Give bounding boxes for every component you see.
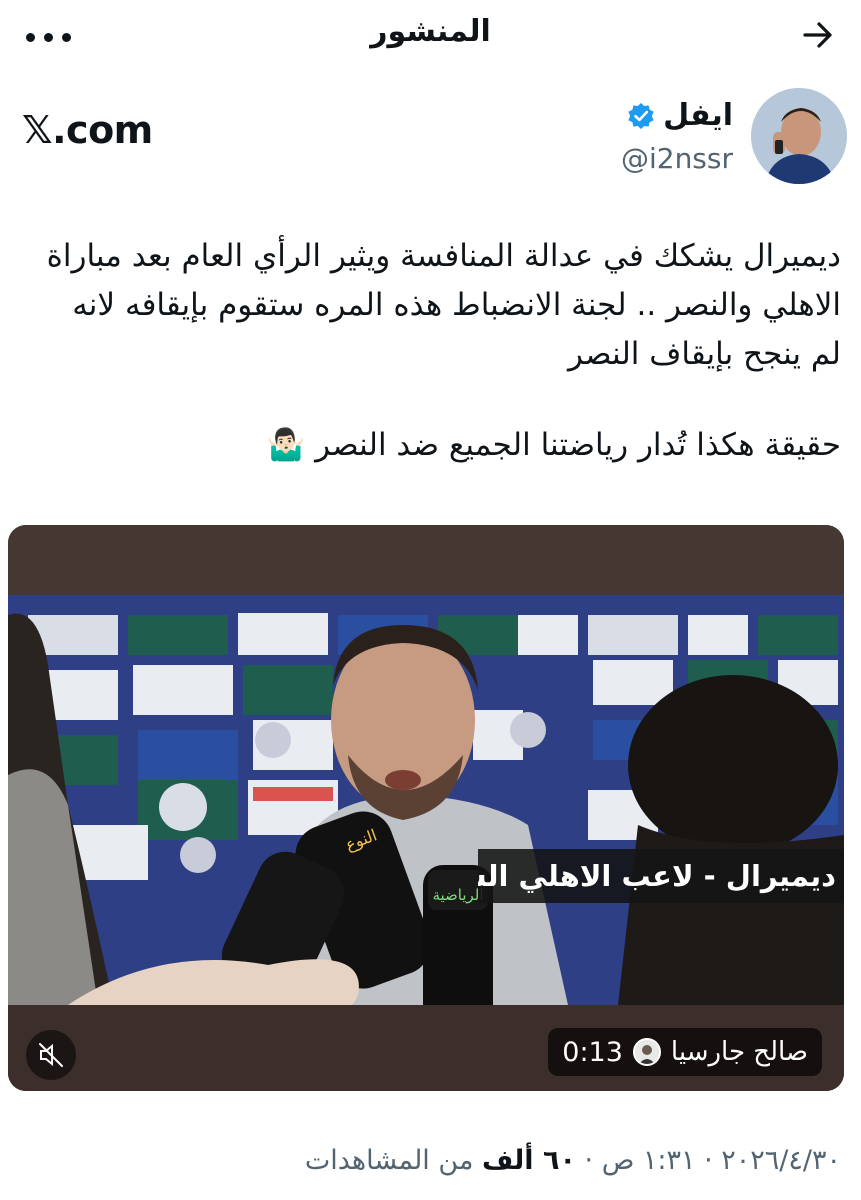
tweet-line: ديميرال يشكك في عدالة المنافسة ويثير الر… (46, 238, 841, 274)
author-handle[interactable]: @i2nssr (621, 142, 733, 175)
video-info-pill: صالح جارسيا 0:13 (548, 1028, 822, 1076)
post-meta: ٢٠٢٦/٤/٣٠ · ١:٣١ ص · ٦٠ ألف من المشاهدات (304, 1145, 841, 1176)
post-date[interactable]: ٢٠٢٦/٤/٣٠ (721, 1145, 841, 1176)
tweet-line: لم ينجح بإيقاف النصر (567, 336, 841, 372)
channel-name: صالح جارسيا (670, 1037, 808, 1067)
tweet-line: الاهلي والنصر .. لجنة الانضباط هذه المره… (72, 287, 841, 323)
video-duration: 0:13 (562, 1036, 623, 1068)
page-title: المنشور (370, 14, 491, 49)
video-frame: النوع الرياضية (8, 525, 844, 1091)
mic-label: الرياضية (432, 886, 483, 904)
speaker-muted-icon[interactable] (26, 1030, 76, 1080)
verified-badge-icon (628, 102, 654, 129)
video-player[interactable]: النوع الرياضية ديميرال - لاعب الاهلي الس… (8, 525, 844, 1091)
author-name[interactable]: ايفل (663, 98, 733, 133)
post-time[interactable]: ١:٣١ ص (602, 1145, 696, 1176)
channel-avatar (632, 1038, 661, 1066)
tweet-line: حقيقة هكذا تُدار رياضتنا الجميع ضد النصر… (266, 427, 841, 463)
top-bar: المنشور (0, 0, 861, 72)
x-watermark: 𝕏.com (22, 108, 153, 152)
views-count: ٦٠ ألف (482, 1145, 576, 1176)
author-name-row: ايفل (627, 98, 733, 133)
avatar[interactable] (751, 88, 847, 184)
post-screen: المنشور ايفل @i2nssr 𝕏.com ديميرال يشكك … (0, 0, 861, 1200)
arrow-right-icon[interactable] (801, 18, 835, 52)
tweet-text: ديميرال يشكك في عدالة المنافسة ويثير الر… (16, 232, 841, 470)
views-label: من المشاهدات (304, 1145, 474, 1176)
video-caption: ديميرال - لاعب الاهلي السعودي (478, 849, 844, 903)
